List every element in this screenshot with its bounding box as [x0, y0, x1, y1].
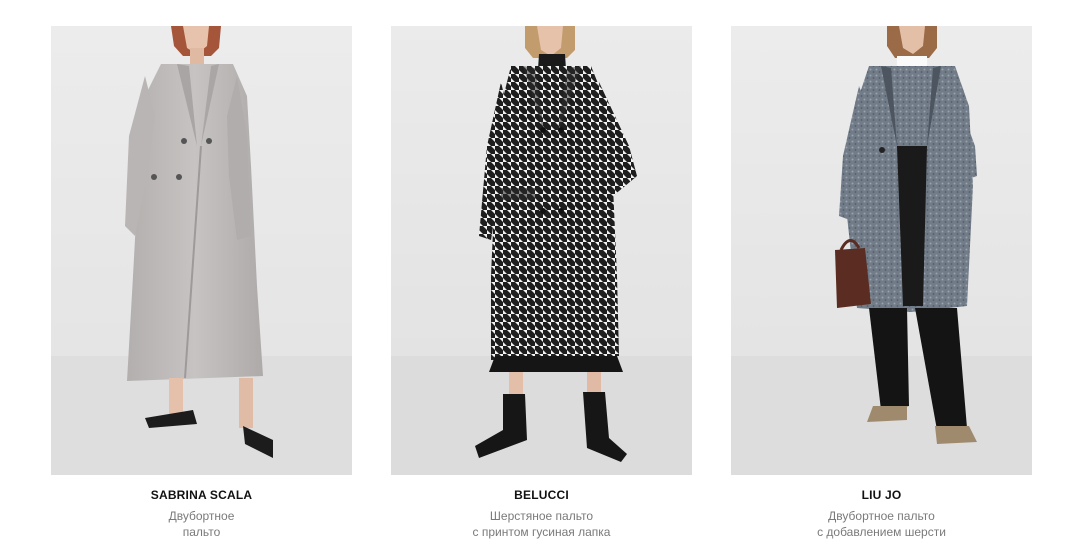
product-description[interactable]: Двубортное пальто с добавлением шерсти — [731, 508, 1032, 540]
product-card[interactable]: BELUCCI Шерстяное пальто с принтом гусин… — [391, 26, 692, 540]
product-card[interactable]: LIU JO Двубортное пальто с добавлением ш… — [731, 26, 1032, 540]
product-description-line: пальто — [182, 525, 221, 539]
product-image[interactable] — [391, 26, 692, 475]
product-description-line: Двубортное пальто — [828, 509, 935, 523]
product-brand[interactable]: LIU JO — [731, 488, 1032, 503]
coat-photo-grey — [51, 26, 352, 475]
coat-photo-houndstooth — [391, 26, 692, 475]
product-card[interactable]: SABRINA SCALA Двубортное пальто — [51, 26, 352, 540]
product-description-line: Шерстяное пальто — [489, 509, 594, 523]
product-description-line: Двубортное — [168, 509, 235, 523]
product-grid: SABRINA SCALA Двубортное пальто BELUCCI … — [0, 0, 1082, 560]
product-brand[interactable]: SABRINA SCALA — [51, 488, 352, 503]
product-description-line: с добавлением шерсти — [817, 525, 946, 539]
product-description[interactable]: Шерстяное пальто с принтом гусиная лапка — [391, 508, 692, 540]
product-image[interactable] — [731, 26, 1032, 475]
product-image[interactable] — [51, 26, 352, 475]
product-brand[interactable]: BELUCCI — [391, 488, 692, 503]
product-description-line: с принтом гусиная лапка — [472, 525, 611, 539]
product-description[interactable]: Двубортное пальто — [51, 508, 352, 540]
coat-photo-tweed — [731, 26, 1032, 475]
